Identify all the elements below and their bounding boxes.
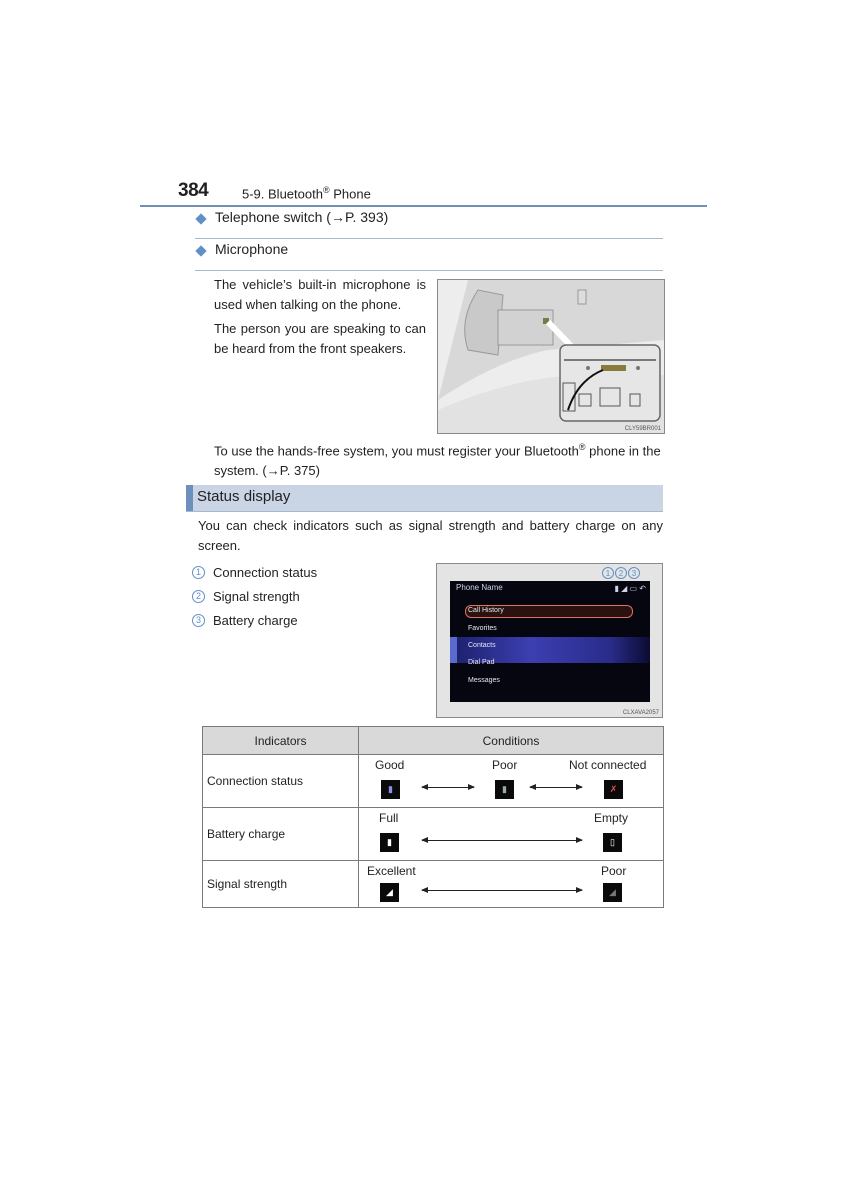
column-header-conditions: Conditions bbox=[358, 726, 664, 755]
section-accent bbox=[186, 485, 193, 511]
column-header-indicators: Indicators bbox=[202, 726, 359, 755]
list-item: 2 Signal strength bbox=[192, 584, 317, 608]
registration-note: To use the hands-free system, you must r… bbox=[214, 437, 664, 481]
item-telephone-switch: Telephone switch (→P. 393) bbox=[195, 208, 663, 239]
indicator-name: Signal strength bbox=[202, 860, 359, 908]
callout-3-icon: 3 bbox=[628, 567, 640, 579]
page-number: 384 bbox=[178, 180, 209, 201]
callout-2-icon: 2 bbox=[615, 567, 627, 579]
battery-full-icon: ▮ bbox=[380, 833, 399, 852]
menu-item-call-history[interactable]: Call History bbox=[468, 607, 504, 614]
item-link[interactable]: Telephone switch (→P. 393) bbox=[215, 209, 388, 225]
signal-poor-icon: ◢ bbox=[603, 883, 622, 902]
section-header-status-display: Status display bbox=[186, 485, 663, 512]
table-row: Connection status Good ▮ Poor ▮ Not conn… bbox=[202, 754, 664, 808]
list-item-label: Signal strength bbox=[213, 588, 300, 604]
item-heading: Microphone bbox=[215, 241, 289, 257]
condition-label: Poor bbox=[601, 864, 627, 878]
section-title: Status display bbox=[197, 488, 291, 505]
signal-icon: ◢ bbox=[621, 584, 628, 593]
condition-label: Good bbox=[375, 758, 405, 772]
conditions-cell: Good ▮ Poor ▮ Not connected ✗ bbox=[358, 754, 664, 808]
conditions-cell: Full ▮ Empty ▯ bbox=[358, 807, 664, 861]
figure-code: CLY59BR001 bbox=[624, 426, 661, 432]
item-microphone: Microphone bbox=[195, 240, 663, 271]
condition-label: Not connected bbox=[569, 758, 647, 772]
table-header-row: Indicators Conditions bbox=[202, 726, 664, 755]
note-text: To use the hands-free system, you must r… bbox=[214, 443, 579, 459]
condition-label: Full bbox=[379, 811, 399, 825]
back-icon: ↶ bbox=[639, 584, 646, 593]
display-screen: Phone Name ▮ ◢ ▭ ↶ Call History Favorite… bbox=[450, 581, 650, 702]
battery-empty-icon: ▯ bbox=[603, 833, 622, 852]
bluetooth-icon: ▮ bbox=[614, 584, 619, 593]
indicator-name: Battery charge bbox=[202, 807, 359, 861]
battery-icon: ▭ bbox=[629, 584, 638, 593]
signal-excellent-icon: ◢ bbox=[380, 883, 399, 902]
menu-item-dial-pad[interactable]: Dial Pad bbox=[468, 659, 494, 666]
diamond-bullet-icon bbox=[195, 213, 207, 225]
callout-numbers: 1 2 3 bbox=[602, 567, 640, 579]
list-item: 1 Connection status bbox=[192, 560, 317, 584]
status-intro: You can check indicators such as signal … bbox=[198, 518, 663, 553]
header-divider bbox=[140, 205, 707, 207]
double-arrow bbox=[421, 887, 583, 893]
menu-item-favorites[interactable]: Favorites bbox=[468, 625, 497, 632]
microphone-description: The vehicle’s built-in microphone is use… bbox=[214, 275, 426, 363]
indicator-name: Connection status bbox=[202, 754, 359, 808]
bluetooth-good-icon: ▮ bbox=[381, 780, 400, 799]
condition-label: Excellent bbox=[367, 864, 416, 878]
double-arrow bbox=[529, 784, 583, 790]
registered-mark: ® bbox=[578, 442, 586, 452]
conditions-cell: Excellent ◢ Poor ◢ bbox=[358, 860, 664, 908]
microphone-figure: CLY59BR001 bbox=[437, 279, 665, 434]
phone-screen-figure: 1 2 3 Phone Name ▮ ◢ ▭ ↶ Call History Fa… bbox=[436, 563, 663, 718]
chapter-suffix: Phone bbox=[329, 186, 371, 202]
number-3-icon: 3 bbox=[192, 613, 205, 627]
table-row: Battery charge Full ▮ Empty ▯ bbox=[202, 807, 664, 861]
indicator-list: 1 Connection status 2 Signal strength 3 Bat… bbox=[192, 560, 317, 632]
status-icons: ▮ ◢ ▭ ↶ bbox=[614, 584, 646, 593]
bluetooth-poor-icon: ▮ bbox=[495, 780, 514, 799]
chapter-label: 5-9. Bluetooth bbox=[242, 186, 323, 202]
paragraph: The person you are speaking to can be he… bbox=[214, 321, 426, 356]
number-1-icon: 1 bbox=[192, 565, 205, 579]
condition-label: Poor bbox=[492, 758, 518, 772]
registered-mark: ® bbox=[322, 185, 330, 195]
double-arrow bbox=[421, 784, 475, 790]
table-row: Signal strength Excellent ◢ Poor ◢ bbox=[202, 860, 664, 908]
screen-title: Phone Name bbox=[456, 583, 503, 592]
diamond-bullet-icon bbox=[195, 245, 207, 257]
figure-code: CLXAVA2057 bbox=[622, 710, 659, 716]
number-2-icon: 2 bbox=[192, 589, 205, 603]
list-item-label: Connection status bbox=[213, 564, 318, 580]
indicators-table: Indicators Conditions Connection status … bbox=[202, 726, 664, 908]
vehicle-ceiling-illustration bbox=[438, 280, 664, 433]
chapter-title: 5-9. Bluetooth® Phone bbox=[242, 185, 371, 201]
condition-label: Empty bbox=[594, 811, 629, 825]
side-tab bbox=[450, 637, 457, 663]
menu-item-contacts[interactable]: Contacts bbox=[468, 642, 496, 649]
menu-item-messages[interactable]: Messages bbox=[468, 677, 500, 684]
bluetooth-not-connected-icon: ✗ bbox=[604, 780, 623, 799]
callout-1-icon: 1 bbox=[602, 567, 614, 579]
list-item-label: Battery charge bbox=[213, 612, 298, 628]
list-item: 3 Battery charge bbox=[192, 608, 317, 632]
paragraph: The vehicle’s built-in microphone is use… bbox=[214, 277, 426, 312]
double-arrow bbox=[421, 837, 583, 843]
